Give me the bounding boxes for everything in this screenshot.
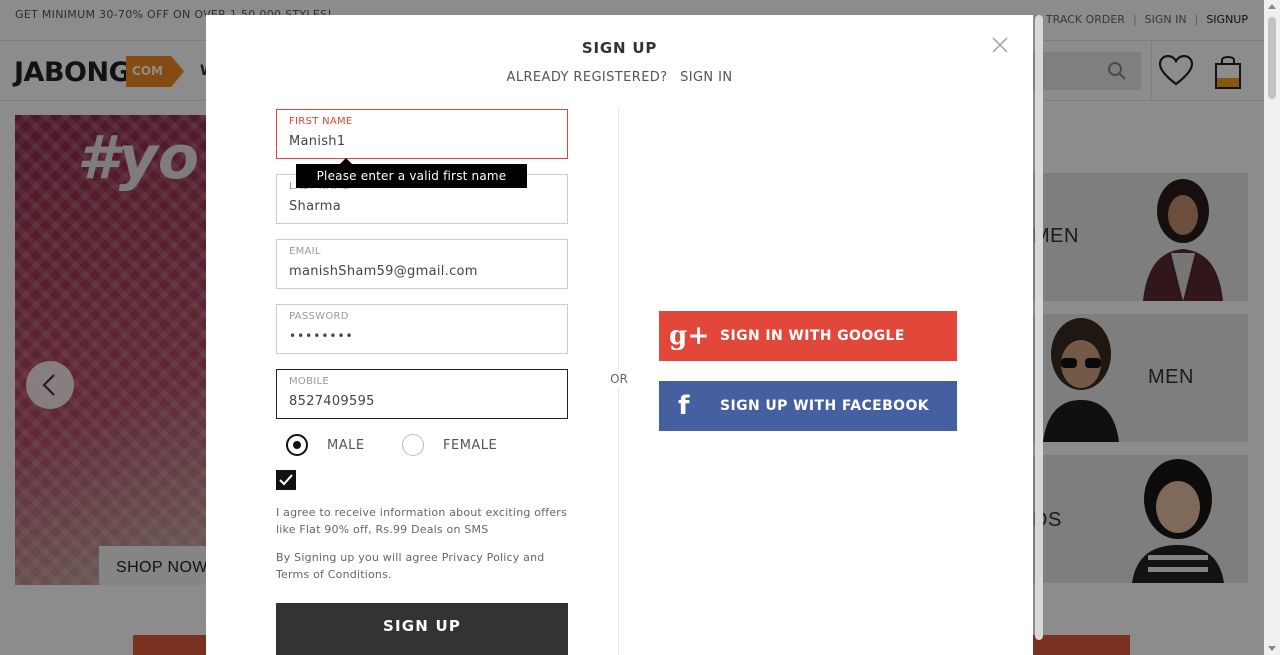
scroll-down-icon[interactable]	[1268, 646, 1276, 651]
page-scrollbar[interactable]	[1264, 0, 1280, 655]
scroll-up-icon[interactable]	[1268, 4, 1276, 9]
gender-male-radio[interactable]	[286, 434, 308, 456]
already-registered-row: ALREADY REGISTERED? SIGN IN	[206, 70, 1033, 85]
field-label: EMAIL	[289, 246, 321, 257]
facebook-sign-up-button[interactable]: f SIGN UP WITH FACEBOOK	[659, 381, 957, 431]
google-plus-icon: g+	[669, 321, 710, 351]
first-name-field[interactable]: FIRST NAME Manish1	[276, 109, 568, 159]
field-label: MOBILE	[289, 376, 329, 387]
field-label: FIRST NAME	[289, 116, 353, 127]
or-separator: OR	[608, 370, 630, 388]
google-sign-in-button[interactable]: g+ SIGN IN WITH GOOGLE	[659, 311, 957, 361]
sign-up-button[interactable]: SIGN UP	[276, 603, 568, 655]
password-field[interactable]: PASSWORD ••••••••	[276, 304, 568, 354]
field-label: PASSWORD	[289, 311, 349, 322]
terms-text: By Signing up you will agree Privacy Pol…	[276, 551, 545, 581]
modal-sign-in-link[interactable]: SIGN IN	[680, 70, 732, 85]
modal-scrollbar[interactable]	[1035, 15, 1043, 640]
already-registered-text: ALREADY REGISTERED?	[506, 70, 668, 85]
checkmark-icon	[279, 474, 293, 486]
last-name-input[interactable]: Sharma	[289, 199, 341, 214]
email-field[interactable]: EMAIL manishSham59@gmail.com	[276, 239, 568, 289]
sms-consent-checkbox[interactable]	[276, 470, 296, 490]
mobile-field[interactable]: MOBILE 8527409595	[276, 369, 568, 419]
sms-consent-text: I agree to receive information about exc…	[276, 506, 567, 536]
gender-male-label[interactable]: MALE	[327, 438, 365, 453]
facebook-icon: f	[678, 391, 690, 421]
email-input[interactable]: manishSham59@gmail.com	[289, 264, 478, 279]
first-name-input[interactable]: Manish1	[289, 134, 345, 149]
mobile-input[interactable]: 8527409595	[289, 394, 375, 409]
signup-modal: SIGN UP ALREADY REGISTERED? SIGN IN FIRS…	[206, 15, 1033, 655]
password-input[interactable]: ••••••••	[289, 329, 354, 343]
gender-female-label[interactable]: FEMALE	[443, 438, 497, 453]
error-tooltip: Please enter a valid first name	[296, 158, 527, 188]
gender-female-radio[interactable]	[402, 434, 424, 456]
close-icon[interactable]	[990, 35, 1010, 55]
facebook-button-label: SIGN UP WITH FACEBOOK	[720, 398, 930, 414]
modal-title: SIGN UP	[581, 39, 658, 57]
google-button-label: SIGN IN WITH GOOGLE	[720, 328, 905, 344]
scroll-thumb[interactable]	[1268, 17, 1276, 99]
